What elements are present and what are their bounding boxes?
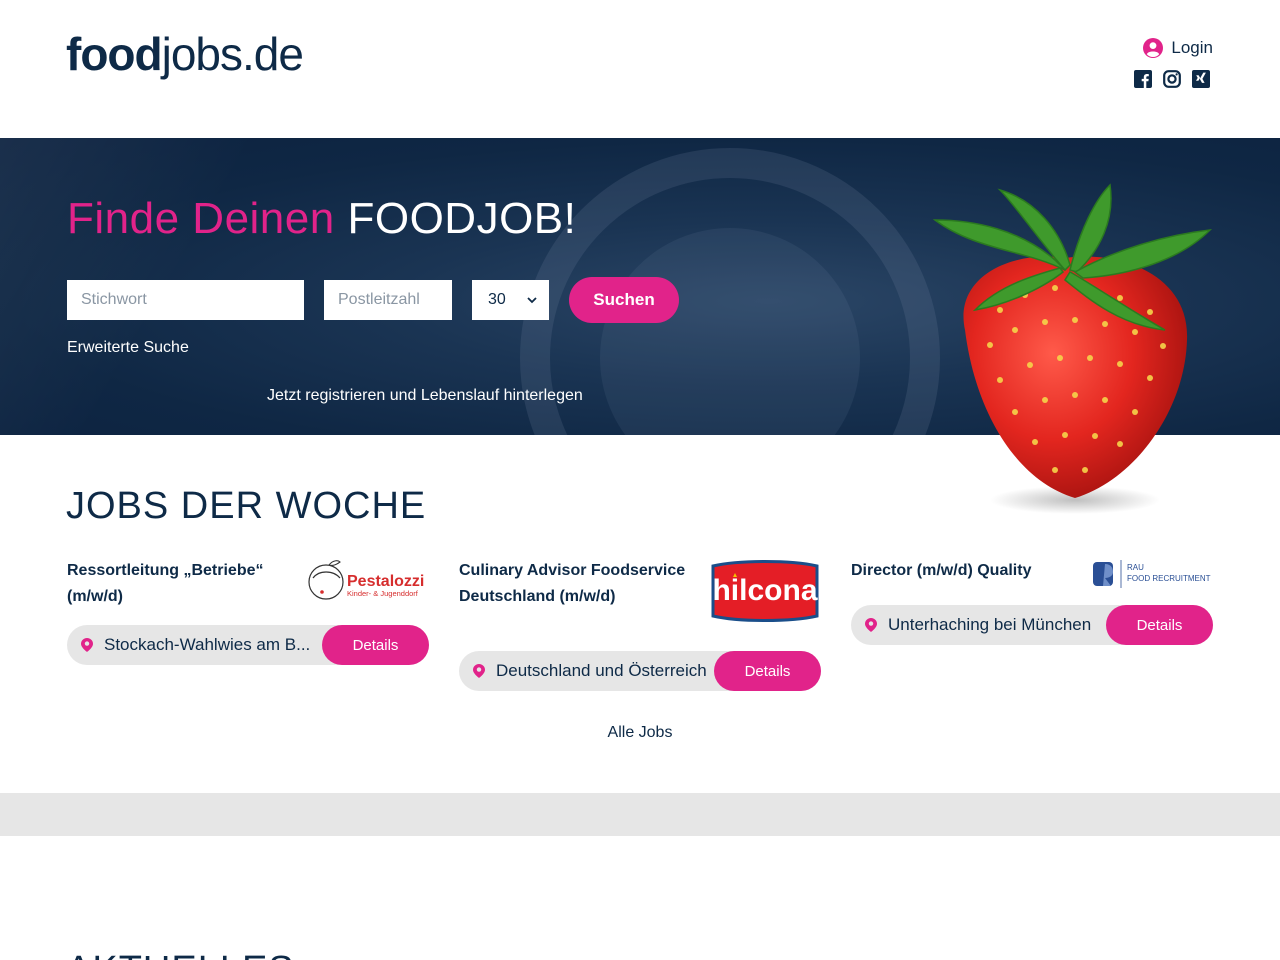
- job-location: Stockach-Wahlwies am B...: [104, 635, 311, 654]
- logo-light-text: jobs.de: [161, 28, 304, 80]
- social-links: [1134, 70, 1210, 88]
- company-logo-hilcona: hilcona: [711, 560, 819, 622]
- job-location: Deutschland und Österreich: [496, 661, 707, 680]
- job-title[interactable]: Culinary Advisor Foodservice Deutschland…: [459, 558, 689, 610]
- hero-title-white: FOODJOB!: [347, 194, 577, 243]
- facebook-icon[interactable]: [1134, 70, 1152, 88]
- logo-bold-text: food: [66, 28, 163, 80]
- details-button[interactable]: Details: [714, 651, 821, 691]
- job-location-bar: Deutschland und Österreich Details: [459, 651, 821, 691]
- company-logo-rau: RAU FOOD RECRUITMENT: [1093, 560, 1211, 588]
- chevron-down-icon: [527, 297, 537, 304]
- location-pin-icon: [473, 664, 485, 678]
- job-title[interactable]: Ressortleitung „Betriebe“ (m/w/d): [67, 558, 297, 610]
- xing-icon[interactable]: [1192, 70, 1210, 88]
- site-header: foodjobs.de Login: [0, 0, 1280, 138]
- details-button[interactable]: Details: [322, 625, 429, 665]
- grey-divider-band: [0, 793, 1280, 836]
- login-label: Login: [1171, 38, 1213, 57]
- job-location: Unterhaching bei München: [888, 615, 1092, 634]
- logo-text: hilcona: [712, 574, 817, 607]
- hero-title-pink: Finde Deinen: [67, 194, 335, 243]
- strawberry-image: [932, 183, 1213, 514]
- radius-value: 30: [488, 291, 506, 308]
- news-section-title: AKTUELLES: [66, 948, 295, 960]
- user-icon: [1143, 38, 1164, 58]
- company-logo-pestalozzi: Pestalozzi Kinder- & Jugenddorf: [308, 560, 424, 600]
- job-title[interactable]: Director (m/w/d) Quality: [851, 558, 1081, 584]
- login-link[interactable]: Login: [1143, 38, 1213, 58]
- search-button[interactable]: Suchen: [569, 277, 679, 323]
- logo-text-main: Pestalozzi: [347, 573, 424, 590]
- location-pin-icon: [865, 618, 877, 632]
- radius-select[interactable]: 30: [472, 280, 549, 320]
- job-location-bar: Unterhaching bei München Details: [851, 605, 1213, 645]
- instagram-icon[interactable]: [1163, 70, 1181, 88]
- keyword-input[interactable]: [67, 280, 304, 320]
- hero-title: Finde Deinen FOODJOB!: [67, 194, 576, 244]
- site-logo[interactable]: foodjobs.de: [66, 28, 304, 80]
- register-link[interactable]: Jetzt registrieren und Lebenslauf hinter…: [267, 387, 583, 405]
- search-form: 30 Suchen: [67, 277, 679, 323]
- logo-text-sub: FOOD RECRUITMENT: [1127, 574, 1211, 583]
- location-pin-icon: [81, 638, 93, 652]
- details-button[interactable]: Details: [1106, 605, 1213, 645]
- jobs-section-title: JOBS DER WOCHE: [66, 485, 427, 527]
- all-jobs-container: Alle Jobs: [0, 724, 1280, 742]
- postcode-input[interactable]: [324, 280, 452, 320]
- advanced-search-link[interactable]: Erweiterte Suche: [67, 339, 189, 357]
- all-jobs-link[interactable]: Alle Jobs: [608, 724, 673, 741]
- job-location-bar: Stockach-Wahlwies am B... Details: [67, 625, 429, 665]
- logo-text-sub: Kinder- & Jugenddorf: [347, 589, 419, 598]
- logo-text-main: RAU: [1127, 563, 1144, 572]
